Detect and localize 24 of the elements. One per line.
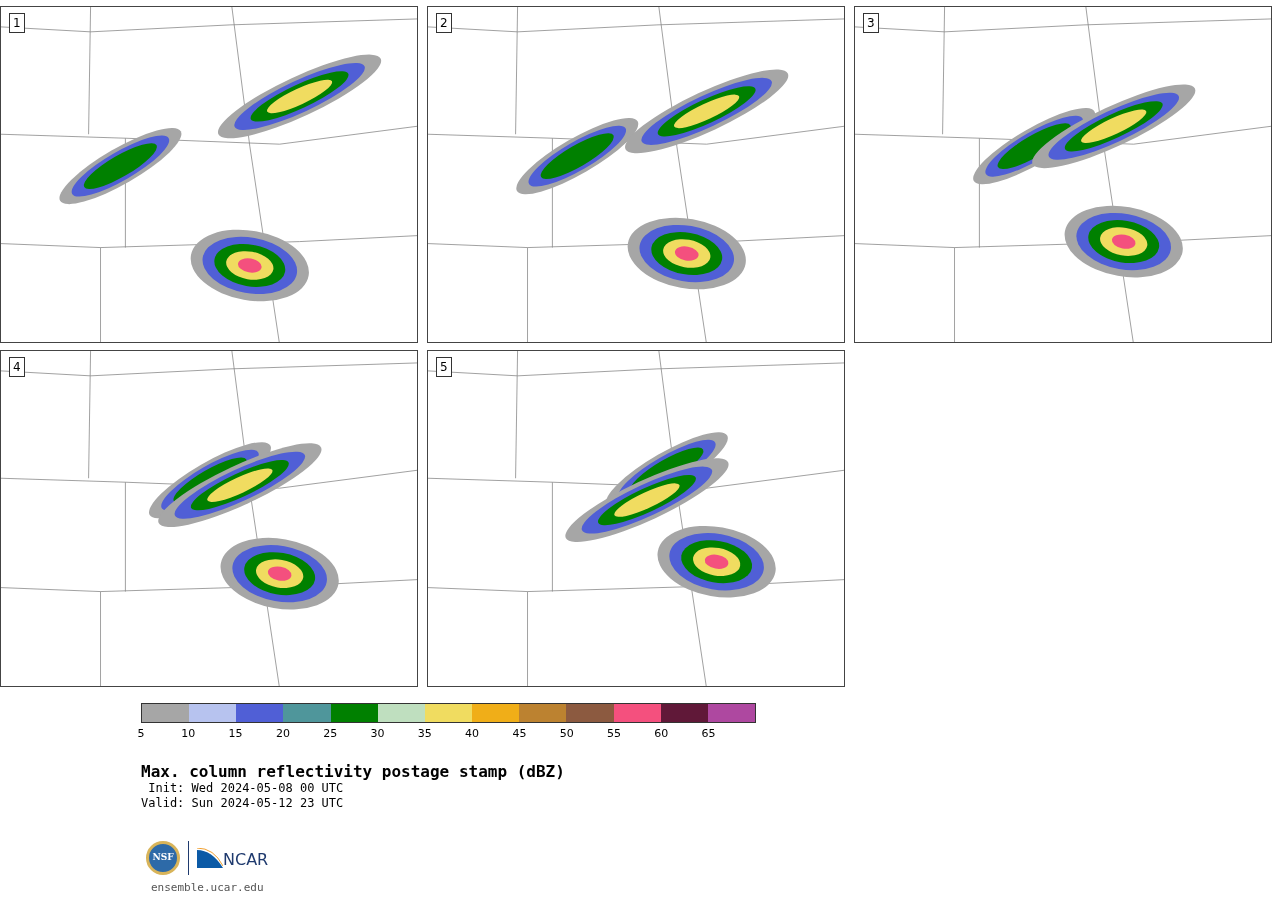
panel-number: 2 [436,13,452,33]
scale-tick-label: 25 [323,727,338,741]
scale-tick-label: 30 [370,727,385,741]
scale-tick-label: 65 [701,727,716,741]
scale-tick-label: 50 [559,727,574,741]
panel-number: 3 [863,13,879,33]
scale-tick-label: 45 [512,727,527,741]
scale-tick-label: 35 [417,727,432,741]
init-time: Init: Wed 2024-05-08 00 UTC [147,781,345,796]
panel-number: 4 [9,357,25,377]
scale-tick-label: 15 [228,727,243,741]
website-url: ensemble.ucar.edu [151,881,265,894]
chart-title: Max. column reflectivity postage stamp (dBZ) [141,763,566,781]
scale-tick-label: 10 [181,727,196,741]
scale-tick-label: 40 [465,727,480,741]
nsf-logo: NSF [146,841,180,875]
scale-tick-label: 55 [607,727,621,741]
panel-number: 5 [436,357,452,377]
panel-number: 1 [9,13,25,33]
scale-tick-label: 5 [137,727,145,741]
scale-tick-label: 60 [654,727,669,741]
valid-time: Valid: Sun 2024-05-12 23 UTC [141,796,345,811]
ncar-logo: NCAR [197,848,269,868]
scale-tick-label: 20 [275,727,290,741]
